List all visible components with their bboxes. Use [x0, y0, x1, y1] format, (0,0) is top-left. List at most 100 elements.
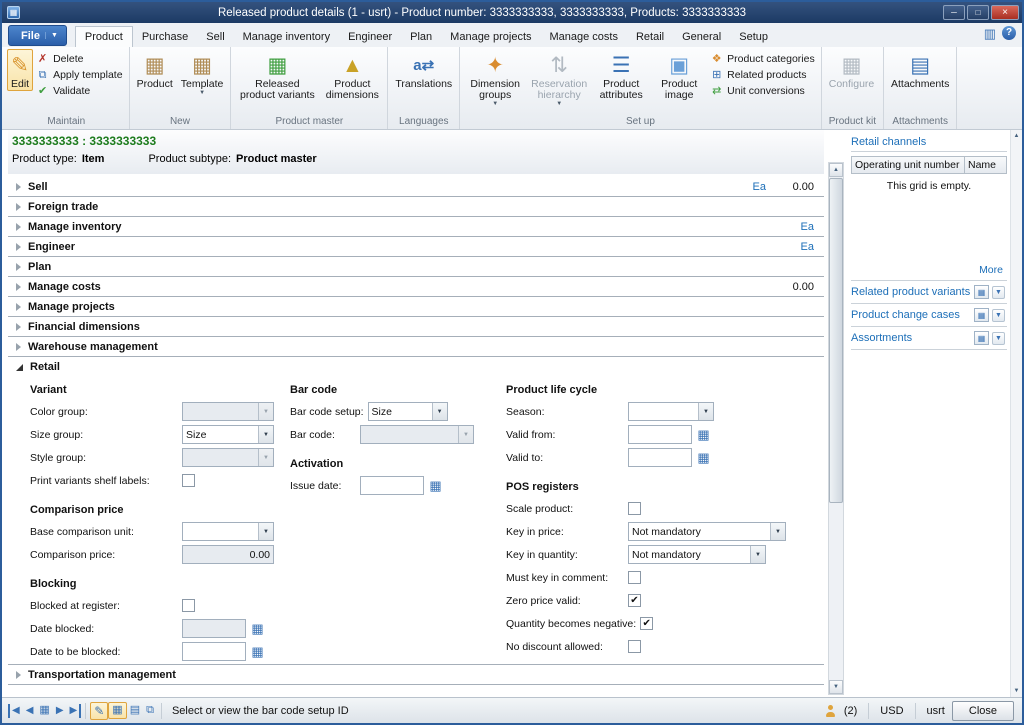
- product-image-button[interactable]: ▣ Product image: [651, 49, 707, 102]
- details-view-icon[interactable]: ▤: [127, 703, 143, 718]
- chevron-down-icon[interactable]: ▼: [992, 309, 1005, 322]
- key-in-quantity-select[interactable]: Not mandatory▼: [628, 545, 766, 564]
- fasttab-retail[interactable]: Retail: [8, 357, 824, 377]
- base-comparison-unit-select[interactable]: ▼: [182, 522, 274, 541]
- comparison-price-field[interactable]: 0.00: [182, 545, 274, 564]
- column-header-operating-unit-number[interactable]: Operating unit number: [851, 156, 964, 174]
- fasttab-engineer[interactable]: Engineer Ea: [8, 237, 824, 257]
- calendar-icon[interactable]: ▦: [695, 449, 712, 466]
- apply-template-button[interactable]: ⧉ Apply template: [36, 69, 122, 81]
- valid-from-field[interactable]: [628, 425, 692, 444]
- fasttab-sell[interactable]: Sell Ea0.00: [8, 177, 824, 197]
- chevron-down-icon[interactable]: ▼: [698, 403, 713, 420]
- tab-setup[interactable]: Setup: [730, 26, 777, 47]
- open-grid-icon[interactable]: ▦: [974, 308, 989, 322]
- chevron-down-icon[interactable]: ▼: [770, 523, 785, 540]
- calendar-icon[interactable]: ▦: [427, 477, 444, 494]
- zero-price-valid-checkbox[interactable]: [628, 594, 641, 607]
- tab-manage-costs[interactable]: Manage costs: [541, 26, 627, 47]
- new-product-button[interactable]: ▦ Product: [133, 49, 177, 91]
- calendar-icon[interactable]: ▦: [249, 643, 266, 660]
- tab-manage-inventory[interactable]: Manage inventory: [234, 26, 339, 47]
- must-key-in-comment-checkbox[interactable]: [628, 571, 641, 584]
- go-last-button[interactable]: ▶: [67, 704, 82, 718]
- delete-button[interactable]: ✗ Delete: [36, 53, 122, 65]
- factbox-scrollbar[interactable]: ▲ ▼: [1010, 130, 1022, 697]
- issue-date-field[interactable]: [360, 476, 424, 495]
- tab-engineer[interactable]: Engineer: [339, 26, 401, 47]
- go-first-button[interactable]: ◀: [8, 704, 23, 718]
- fasttab-manage-inventory[interactable]: Manage inventory Ea: [8, 217, 824, 237]
- season-select[interactable]: ▼: [628, 402, 714, 421]
- factbox-product-change-cases[interactable]: Product change cases ▦ ▼: [851, 304, 1007, 327]
- scroll-up-icon[interactable]: ▲: [829, 163, 843, 177]
- go-previous-button[interactable]: ◀: [23, 704, 37, 718]
- scroll-up-icon[interactable]: ▲: [1011, 133, 1022, 139]
- retail-channels-section-header[interactable]: Retail channels: [851, 136, 1007, 152]
- dimension-groups-button[interactable]: ✦ Dimension groups ▼: [463, 49, 527, 109]
- print-variants-shelf-labels-checkbox[interactable]: [182, 474, 195, 487]
- chevron-down-icon[interactable]: ▼: [258, 426, 273, 443]
- main-vertical-scrollbar[interactable]: ▲ ▼: [828, 130, 845, 697]
- edit-record-icon[interactable]: ✎: [90, 702, 108, 720]
- chevron-down-icon[interactable]: ▼: [992, 286, 1005, 299]
- open-grid-icon[interactable]: ▦: [974, 285, 989, 299]
- size-group-select[interactable]: Size▼: [182, 425, 274, 444]
- fasttab-warehouse-management[interactable]: Warehouse management: [8, 337, 824, 357]
- calendar-icon[interactable]: ▦: [249, 620, 266, 637]
- translations-button[interactable]: a⇄ Translations: [391, 49, 456, 91]
- chevron-down-icon[interactable]: ▼: [992, 332, 1005, 345]
- scrollbar-thumb[interactable]: [829, 178, 843, 503]
- attachments-button[interactable]: ▤ Attachments: [887, 49, 953, 91]
- help-icon[interactable]: ?: [1002, 26, 1016, 40]
- column-header-name[interactable]: Name: [964, 156, 1007, 174]
- tab-manage-projects[interactable]: Manage projects: [441, 26, 540, 47]
- scale-product-checkbox[interactable]: [628, 502, 641, 515]
- tab-product[interactable]: Product: [75, 26, 133, 47]
- no-discount-allowed-checkbox[interactable]: [628, 640, 641, 653]
- fasttab-manage-projects[interactable]: Manage projects: [8, 297, 824, 317]
- new-template-button[interactable]: ▦ Template ▼: [177, 49, 228, 98]
- product-dimensions-button[interactable]: ▲ Product dimensions: [320, 49, 384, 102]
- bar-code-setup-select[interactable]: Size▼: [368, 402, 448, 421]
- factbox-assortments[interactable]: Assortments ▦ ▼: [851, 327, 1007, 350]
- fasttab-plan[interactable]: Plan: [8, 257, 824, 277]
- date-to-be-blocked-field[interactable]: [182, 642, 246, 661]
- file-menu-button[interactable]: File ▼: [8, 25, 67, 46]
- valid-to-field[interactable]: [628, 448, 692, 467]
- minimize-button[interactable]: ─: [943, 5, 965, 20]
- scroll-down-icon[interactable]: ▼: [1011, 688, 1022, 694]
- more-link[interactable]: More: [851, 264, 1007, 281]
- quantity-becomes-negative-checkbox[interactable]: [640, 617, 653, 630]
- tab-general[interactable]: General: [673, 26, 730, 47]
- maximize-button[interactable]: □: [967, 5, 989, 20]
- product-categories-button[interactable]: ❖ Product categories: [710, 53, 815, 65]
- close-window-button[interactable]: ×: [991, 5, 1019, 20]
- tab-retail[interactable]: Retail: [627, 26, 673, 47]
- clipboard-icon[interactable]: ⧉: [143, 703, 157, 718]
- factbox-related-product-variants[interactable]: Related product variants ▦ ▼: [851, 281, 1007, 304]
- chevron-down-icon[interactable]: ▼: [750, 546, 765, 563]
- tab-sell[interactable]: Sell: [197, 26, 233, 47]
- unit-conversions-button[interactable]: ⇄ Unit conversions: [710, 85, 815, 97]
- notifications-count[interactable]: (2): [844, 705, 857, 717]
- tab-purchase[interactable]: Purchase: [133, 26, 197, 47]
- close-form-button[interactable]: Close: [952, 701, 1014, 721]
- blocked-at-register-checkbox[interactable]: [182, 599, 195, 612]
- related-products-button[interactable]: ⊞ Related products: [710, 69, 815, 81]
- go-next-button[interactable]: ▶: [53, 704, 67, 718]
- chevron-down-icon[interactable]: ▼: [432, 403, 447, 420]
- calendar-icon[interactable]: ▦: [695, 426, 712, 443]
- product-attributes-button[interactable]: ☰ Product attributes: [591, 49, 651, 102]
- scroll-down-icon[interactable]: ▼: [829, 680, 843, 694]
- chevron-down-icon[interactable]: ▼: [258, 523, 273, 540]
- fasttab-financial-dimensions[interactable]: Financial dimensions: [8, 317, 824, 337]
- grid-view-button[interactable]: ▦: [36, 703, 52, 718]
- workspace-layout-icon[interactable]: ▥: [984, 27, 996, 40]
- fasttab-transportation-management[interactable]: Transportation management: [8, 665, 824, 685]
- grid-icon[interactable]: ▦: [108, 702, 126, 719]
- validate-button[interactable]: ✔ Validate: [36, 85, 122, 97]
- notifications-icon[interactable]: [823, 705, 837, 717]
- edit-button[interactable]: ✎ Edit: [7, 49, 33, 91]
- tab-plan[interactable]: Plan: [401, 26, 441, 47]
